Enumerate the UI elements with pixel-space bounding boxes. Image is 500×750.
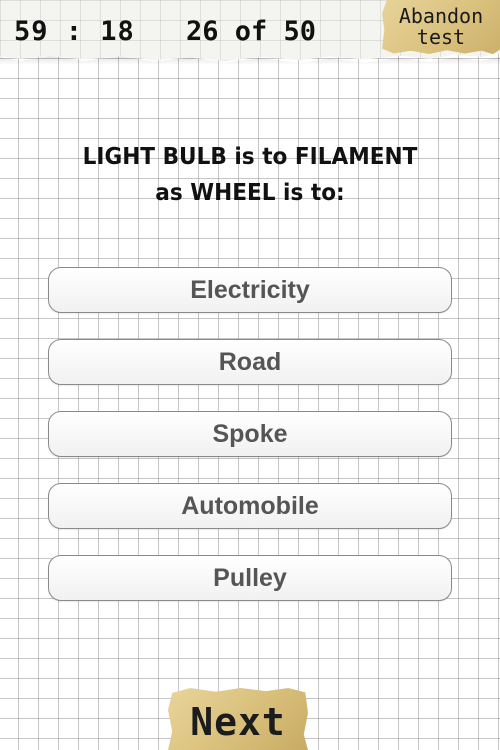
question-line-1: LIGHT BULB is to FILAMENT bbox=[82, 144, 418, 170]
answer-list: Electricity Road Spoke Automobile Pulley bbox=[48, 267, 452, 627]
next-button[interactable]: Next bbox=[168, 688, 308, 750]
countdown-timer: 59 : 18 bbox=[14, 16, 135, 47]
answer-option-electricity[interactable]: Electricity bbox=[48, 267, 452, 313]
answer-label: Pulley bbox=[213, 563, 287, 592]
answer-option-spoke[interactable]: Spoke bbox=[48, 411, 452, 457]
answer-option-pulley[interactable]: Pulley bbox=[48, 555, 452, 601]
question-line-2: as WHEEL is to: bbox=[155, 180, 345, 206]
answer-label: Road bbox=[218, 347, 282, 376]
abandon-label-line1: Abandon bbox=[398, 4, 484, 28]
answer-label: Spoke bbox=[212, 419, 288, 448]
question-text: LIGHT BULB is to FILAMENT as WHEEL is to… bbox=[15, 139, 485, 211]
answer-label: Automobile bbox=[181, 491, 319, 520]
next-label: Next bbox=[190, 700, 286, 744]
answer-option-automobile[interactable]: Automobile bbox=[48, 483, 452, 529]
abandon-label-line2: test bbox=[416, 25, 466, 49]
answer-label: Electricity bbox=[190, 275, 310, 304]
answer-option-road[interactable]: Road bbox=[48, 339, 452, 385]
question-progress: 26 of 50 bbox=[186, 16, 317, 47]
abandon-test-button[interactable]: Abandon test bbox=[382, 0, 500, 54]
